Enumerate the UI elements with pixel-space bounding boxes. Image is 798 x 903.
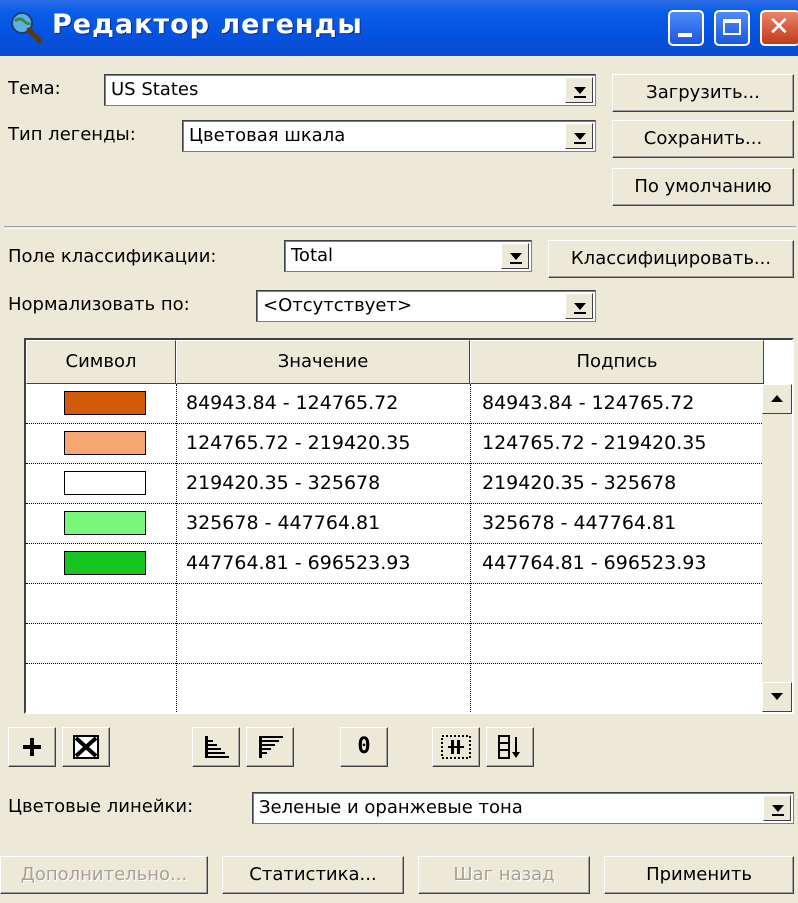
color-ramp-select[interactable]: Зеленые и оранжевые тона — [252, 792, 794, 824]
label-cell[interactable]: 447764.81 - 696523.93 — [482, 544, 706, 584]
add-class-button[interactable] — [8, 727, 56, 767]
legend-type-value: Цветовая шкала — [189, 125, 346, 146]
close-icon: ✕ — [768, 12, 790, 42]
add-icon — [23, 738, 41, 756]
separator — [4, 226, 796, 229]
scroll-up-icon[interactable] — [762, 384, 792, 414]
color-ramp-label: Цветовые линейки: — [8, 796, 194, 817]
label-cell[interactable]: 124765.72 - 219420.35 — [482, 424, 706, 464]
zero-icon: 0 — [357, 734, 371, 759]
zero-button[interactable]: 0 — [340, 727, 388, 767]
table-row[interactable]: 84943.84 - 124765.72 84943.84 - 124765.7… — [26, 384, 764, 424]
legend-type-label: Тип легенды: — [8, 124, 136, 145]
color-ramp-value: Зеленые и оранжевые тона — [259, 797, 523, 818]
normalize-label: Нормализовать по: — [8, 294, 190, 315]
sort-ascending-icon — [205, 736, 229, 758]
classification-field-select[interactable]: Total — [284, 240, 532, 272]
column-header-value[interactable]: Значение — [176, 340, 470, 384]
table-row[interactable]: 325678 - 447764.81 325678 - 447764.81 — [26, 504, 764, 544]
table-row[interactable]: 447764.81 - 696523.93 447764.81 - 696523… — [26, 544, 764, 584]
value-cell[interactable]: 84943.84 - 124765.72 — [186, 384, 398, 424]
empty-table-row[interactable] — [26, 624, 764, 664]
chevron-down-icon[interactable] — [763, 795, 791, 821]
label-cell[interactable]: 325678 - 447764.81 — [482, 504, 676, 544]
default-button[interactable]: По умолчанию — [612, 168, 794, 206]
scroll-down-icon[interactable] — [762, 682, 792, 712]
column-divider — [470, 384, 471, 712]
color-swatch[interactable] — [64, 511, 146, 535]
legend-type-select[interactable]: Цветовая шкала — [182, 120, 596, 152]
sort-icon — [498, 735, 520, 759]
label-cell[interactable]: 84943.84 - 124765.72 — [482, 384, 694, 424]
vertical-scrollbar[interactable] — [762, 384, 792, 712]
value-cell[interactable]: 124765.72 - 219420.35 — [186, 424, 410, 464]
theme-value: US States — [111, 79, 199, 100]
maximize-button[interactable] — [714, 10, 750, 46]
legend-editor-window: Редактор легенды ✕ Тема: US States Загру… — [0, 0, 798, 903]
minimize-button[interactable] — [668, 10, 704, 46]
chevron-down-icon[interactable] — [501, 243, 529, 269]
value-cell[interactable]: 219420.35 - 325678 — [186, 464, 380, 504]
save-button[interactable]: Сохранить... — [612, 120, 794, 158]
maximize-icon — [723, 19, 741, 35]
color-swatch[interactable] — [64, 551, 146, 575]
reverse-icon — [441, 735, 471, 759]
reverse-button[interactable] — [432, 727, 480, 767]
delete-class-button[interactable] — [62, 727, 110, 767]
title-bar[interactable]: Редактор легенды ✕ — [0, 0, 798, 56]
classify-button[interactable]: Классифицировать... — [548, 240, 794, 278]
undo-button[interactable]: Шаг назад — [418, 856, 590, 894]
chevron-down-icon[interactable] — [565, 123, 593, 149]
window-title: Редактор легенды — [52, 9, 363, 40]
label-cell[interactable]: 219420.35 - 325678 — [482, 464, 676, 504]
sort-ascending-button[interactable] — [192, 727, 240, 767]
value-cell[interactable]: 447764.81 - 696523.93 — [186, 544, 410, 584]
column-header-symbol[interactable]: Символ — [26, 340, 176, 384]
table-row[interactable]: 124765.72 - 219420.35 124765.72 - 219420… — [26, 424, 764, 464]
legend-table: Символ Значение Подпись 84943.84 - 12476… — [24, 338, 794, 714]
advanced-button[interactable]: Дополнительно... — [0, 856, 208, 894]
column-divider — [176, 384, 177, 712]
delete-icon — [73, 735, 99, 759]
sort-descending-button[interactable] — [246, 727, 294, 767]
value-cell[interactable]: 325678 - 447764.81 — [186, 504, 380, 544]
minimize-icon — [678, 33, 692, 37]
chevron-down-icon[interactable] — [565, 293, 593, 319]
close-button[interactable]: ✕ — [760, 10, 798, 46]
classification-field-label: Поле классификации: — [8, 246, 217, 267]
theme-label: Тема: — [8, 78, 61, 99]
load-button[interactable]: Загрузить... — [612, 74, 794, 112]
color-swatch[interactable] — [64, 431, 146, 455]
sort-descending-icon — [259, 736, 283, 758]
classification-field-value: Total — [291, 245, 334, 266]
chevron-down-icon[interactable] — [565, 77, 593, 103]
column-header-label[interactable]: Подпись — [470, 340, 764, 384]
color-swatch[interactable] — [64, 471, 146, 495]
apply-button[interactable]: Применить — [604, 856, 794, 894]
sort-button[interactable] — [486, 727, 534, 767]
color-swatch[interactable] — [64, 391, 146, 415]
statistics-button[interactable]: Статистика... — [222, 856, 404, 894]
globe-magnifier-icon — [11, 12, 43, 44]
theme-select[interactable]: US States — [104, 74, 596, 106]
normalize-value: <Отсутствует> — [263, 295, 413, 316]
normalize-select[interactable]: <Отсутствует> — [256, 290, 596, 322]
empty-table-row[interactable] — [26, 584, 764, 624]
table-row[interactable]: 219420.35 - 325678 219420.35 - 325678 — [26, 464, 764, 504]
